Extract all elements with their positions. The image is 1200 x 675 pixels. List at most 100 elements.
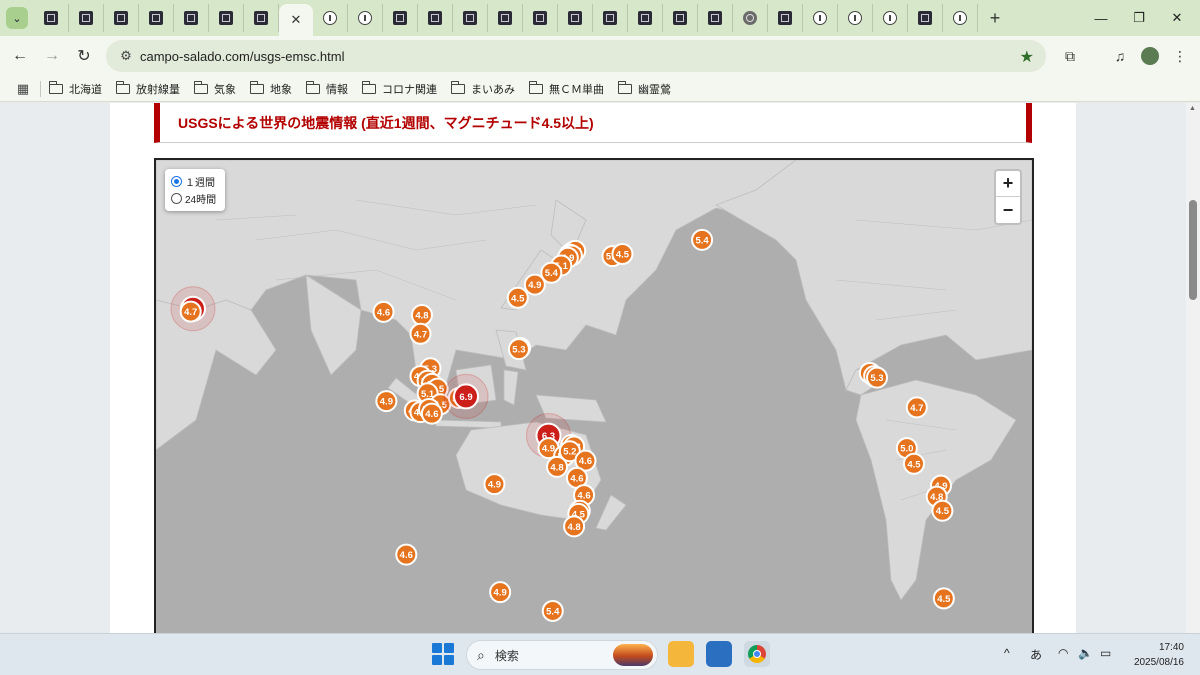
- browser-tab[interactable]: [663, 4, 698, 32]
- browser-tab[interactable]: [453, 4, 488, 32]
- quake-marker[interactable]: 4.9: [489, 581, 512, 604]
- quake-marker[interactable]: 4.9: [483, 473, 506, 496]
- quake-marker[interactable]: 4.5: [506, 286, 529, 309]
- battery-icon[interactable]: ▭: [1100, 646, 1111, 660]
- book-icon: [184, 11, 198, 25]
- browser-tab[interactable]: [768, 4, 803, 32]
- browser-tab[interactable]: [593, 4, 628, 32]
- browser-tab[interactable]: [838, 4, 873, 32]
- bookmark-folder[interactable]: 北海道: [49, 80, 102, 97]
- browser-tab[interactable]: [209, 4, 244, 32]
- bookmark-star-icon[interactable]: ★: [1020, 47, 1034, 67]
- browser-tab[interactable]: [418, 4, 453, 32]
- back-button[interactable]: ←: [4, 40, 36, 72]
- browser-tab[interactable]: [104, 4, 139, 32]
- browser-tab[interactable]: [733, 4, 768, 32]
- chrome-button[interactable]: [744, 641, 770, 667]
- page-scrollbar[interactable]: ▲: [1186, 103, 1200, 633]
- scrollbar-thumb[interactable]: [1189, 200, 1197, 300]
- zoom-out-button[interactable]: −: [996, 197, 1020, 223]
- browser-tab[interactable]: [139, 4, 174, 32]
- quake-marker[interactable]: 4.9: [375, 390, 398, 413]
- tray-overflow-button[interactable]: ^: [1004, 646, 1010, 660]
- bookmark-folder[interactable]: 地象: [250, 80, 292, 97]
- site-info-icon[interactable]: ⚙: [112, 48, 140, 64]
- browser-tab[interactable]: [873, 4, 908, 32]
- bookmark-label: 放射線量: [136, 83, 180, 96]
- volume-icon[interactable]: 🔈: [1078, 646, 1093, 660]
- bookmark-folder[interactable]: 気象: [194, 80, 236, 97]
- bookmark-folder[interactable]: 放射線量: [116, 80, 180, 97]
- close-window-button[interactable]: ✕: [1154, 0, 1200, 36]
- browser-tab[interactable]: [313, 4, 348, 32]
- browser-tab[interactable]: [558, 4, 593, 32]
- forward-button[interactable]: →: [36, 40, 68, 72]
- period-option-24h[interactable]: 24時間: [171, 190, 219, 207]
- bookmark-folder[interactable]: 情報: [306, 80, 348, 97]
- quake-marker[interactable]: 4.5: [902, 452, 925, 475]
- file-explorer-button[interactable]: [668, 641, 694, 667]
- extensions-button[interactable]: ⧉: [1054, 40, 1086, 72]
- bookmark-folder[interactable]: まいあみ: [451, 80, 515, 97]
- media-control-button[interactable]: ♫: [1104, 40, 1136, 72]
- quake-marker[interactable]: 4.7: [179, 300, 202, 323]
- browser-tab[interactable]: [803, 4, 838, 32]
- map-canvas[interactable]: 6.14.75.75.45.25.04.95.15.44.94.55.24.55…: [156, 160, 1032, 633]
- bookmark-folder[interactable]: 幽霊鶯: [618, 80, 671, 97]
- quake-marker[interactable]: 5.4: [541, 599, 564, 622]
- browser-tab[interactable]: [523, 4, 558, 32]
- earthquake-map[interactable]: 6.14.75.75.45.25.04.95.15.44.94.55.24.55…: [154, 158, 1034, 633]
- system-clock[interactable]: 17:40 2025/08/16: [1134, 640, 1184, 670]
- browser-tab[interactable]: [348, 4, 383, 32]
- browser-tab[interactable]: [34, 4, 69, 32]
- tab-close-icon[interactable]: ✕: [291, 12, 302, 28]
- address-bar[interactable]: ⚙ campo-salado.com/usgs-emsc.html ★: [106, 40, 1046, 72]
- browser-tab[interactable]: [488, 4, 523, 32]
- taskbar-search[interactable]: ⌕ 検索: [466, 640, 658, 670]
- quake-marker[interactable]: 4.5: [932, 587, 955, 610]
- tab-active[interactable]: ✕: [279, 4, 313, 36]
- quake-marker[interactable]: 4.6: [420, 402, 443, 425]
- browser-tab[interactable]: [383, 4, 418, 32]
- bookmark-folder[interactable]: コロナ関連: [362, 80, 437, 97]
- browser-tab[interactable]: [69, 4, 104, 32]
- notepad-button[interactable]: [706, 641, 732, 667]
- browser-tab[interactable]: [698, 4, 733, 32]
- quake-marker[interactable]: 4.6: [372, 300, 395, 323]
- quake-marker[interactable]: 5.4: [691, 228, 714, 251]
- quake-marker[interactable]: 4.5: [611, 242, 634, 265]
- start-button[interactable]: [432, 643, 454, 665]
- profile-button[interactable]: [1134, 40, 1166, 72]
- quake-marker[interactable]: 4.7: [905, 396, 928, 419]
- scroll-up-icon[interactable]: ▲: [1189, 105, 1196, 112]
- quake-marker[interactable]: 4.8: [546, 455, 569, 478]
- tab-search-button[interactable]: ⌄: [6, 7, 28, 29]
- browser-menu-button[interactable]: ⋮: [1164, 40, 1196, 72]
- radio-24h[interactable]: [171, 193, 182, 204]
- radio-1week[interactable]: [171, 176, 182, 187]
- period-option-1week[interactable]: １週間: [171, 173, 219, 190]
- browser-tab[interactable]: [628, 4, 663, 32]
- book-icon: [533, 11, 547, 25]
- browser-tab[interactable]: [244, 4, 279, 32]
- zoom-in-button[interactable]: +: [996, 171, 1020, 197]
- quake-marker[interactable]: 4.8: [410, 304, 433, 327]
- wifi-icon[interactable]: ◠: [1058, 646, 1068, 660]
- ime-indicator[interactable]: あ: [1030, 646, 1042, 663]
- quake-marker[interactable]: 5.3: [865, 366, 888, 389]
- quake-marker[interactable]: 6.9: [443, 373, 489, 419]
- quake-marker[interactable]: 4.8: [563, 515, 586, 538]
- quake-marker[interactable]: 4.9: [523, 273, 546, 296]
- new-tab-button[interactable]: +: [982, 5, 1008, 31]
- browser-tab[interactable]: [174, 4, 209, 32]
- quake-marker[interactable]: 5.3: [507, 338, 530, 361]
- bookmark-folder[interactable]: 無ＣＭ単曲: [529, 80, 604, 97]
- browser-tab[interactable]: [908, 4, 943, 32]
- browser-tab[interactable]: [943, 4, 978, 32]
- quake-marker[interactable]: 4.7: [409, 322, 432, 345]
- quake-marker[interactable]: 4.6: [395, 543, 418, 566]
- quake-marker[interactable]: 4.5: [931, 499, 954, 522]
- reload-button[interactable]: ↻: [68, 40, 100, 72]
- url-text[interactable]: campo-salado.com/usgs-emsc.html: [140, 49, 344, 64]
- apps-grid-icon[interactable]: ▦: [10, 81, 36, 97]
